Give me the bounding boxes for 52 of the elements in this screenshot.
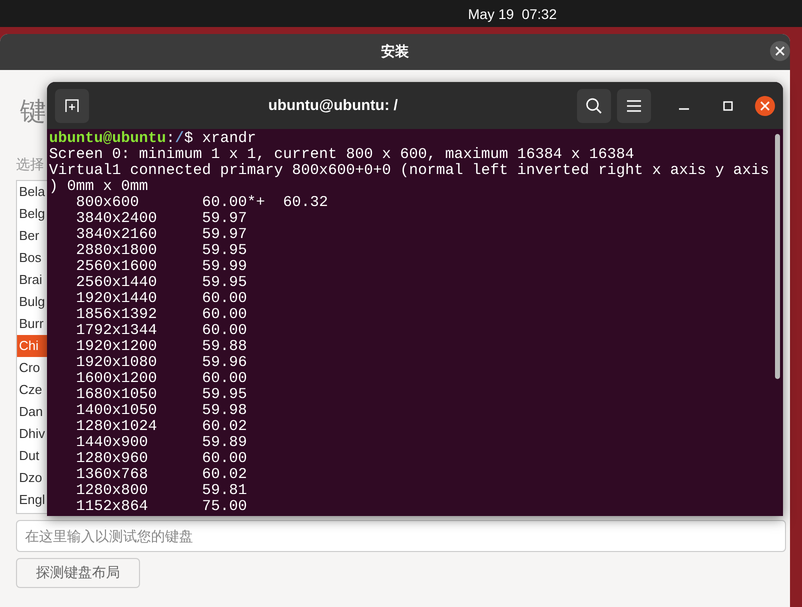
output-line: 2880x1800 59.95 bbox=[75, 243, 248, 259]
list-item[interactable]: Bela bbox=[17, 181, 47, 203]
list-item[interactable]: Brai bbox=[17, 269, 47, 291]
command-line: ubuntu@ubuntu:/$ xrandr bbox=[49, 131, 258, 147]
list-item[interactable]: Chi bbox=[17, 335, 47, 357]
output-line: ) 0mm x 0mm bbox=[49, 179, 150, 195]
list-item[interactable]: Cro bbox=[17, 357, 47, 379]
list-item[interactable]: Belg bbox=[17, 203, 47, 225]
output-line: 1920x1200 59.88 bbox=[75, 339, 248, 355]
list-item[interactable]: Ber bbox=[17, 225, 47, 247]
close-icon[interactable] bbox=[755, 96, 775, 116]
output-line: 1152x864 75.00 bbox=[75, 499, 248, 515]
output-line: Virtual1 connected primary 800x600+0+0 (normal left inverted right x axis y axis bbox=[49, 163, 770, 179]
output-line: 1280x960 60.00 bbox=[75, 451, 248, 467]
list-item[interactable]: Dut bbox=[17, 445, 47, 467]
list-item[interactable]: Bos bbox=[17, 247, 47, 269]
output-line: 1280x800 59.81 bbox=[75, 483, 248, 499]
list-item[interactable]: Dzo bbox=[17, 467, 47, 489]
input-field[interactable]: 在这里输入以测试您的键盘 bbox=[16, 520, 786, 552]
new-tab-icon[interactable] bbox=[55, 88, 89, 122]
output-line: 1400x1050 59.98 bbox=[75, 403, 248, 419]
menu-icon[interactable] bbox=[617, 88, 651, 122]
output-line: 3840x2400 59.97 bbox=[75, 211, 248, 227]
output-line: 1280x1024 60.02 bbox=[75, 419, 248, 435]
output-line: 1600x1200 60.00 bbox=[75, 371, 248, 387]
output-line: 3840x2160 59.97 bbox=[75, 227, 248, 243]
output-line: 1680x1050 59.95 bbox=[75, 387, 248, 403]
window-title: ubuntu@ubuntu: / bbox=[267, 97, 399, 114]
output-line: 1920x1080 59.96 bbox=[75, 355, 248, 371]
window-title: 安装 bbox=[381, 43, 409, 61]
output-line: 1360x768 60.02 bbox=[75, 467, 248, 483]
list-item[interactable]: Engl bbox=[17, 489, 47, 511]
output-line: 1856x1392 60.00 bbox=[75, 307, 248, 323]
list-item[interactable]: Dan bbox=[17, 401, 47, 423]
page-heading: 键 bbox=[20, 95, 46, 128]
scrollbar[interactable] bbox=[775, 134, 780, 379]
list-item[interactable]: Cze bbox=[17, 379, 47, 401]
output-line: Screen 0: minimum 1 x 1, current 800 x 600, maximum 16384 x 16384 bbox=[49, 147, 636, 163]
output-line: 2560x1600 59.99 bbox=[75, 259, 248, 275]
output-line: 1440x900 59.89 bbox=[75, 435, 248, 451]
output-line: 2560x1440 59.95 bbox=[75, 275, 248, 291]
detect-button[interactable]: 探测键盘布局 bbox=[16, 558, 140, 588]
list-item[interactable]: Dhiv bbox=[17, 423, 47, 445]
output-line: 800x600 60.00*+ 60.32 bbox=[75, 195, 330, 211]
output-line: 1792x1344 60.00 bbox=[75, 323, 248, 339]
close-icon[interactable] bbox=[770, 41, 790, 61]
list-item[interactable]: Burr bbox=[17, 313, 47, 335]
output-line: 1920x1440 60.00 bbox=[75, 291, 248, 307]
search-icon[interactable] bbox=[577, 88, 611, 122]
prompt-label: 选择 bbox=[16, 156, 44, 174]
list-item[interactable]: Bulg bbox=[17, 291, 47, 313]
clock[interactable]: May 19 07:32 bbox=[468, 6, 557, 22]
